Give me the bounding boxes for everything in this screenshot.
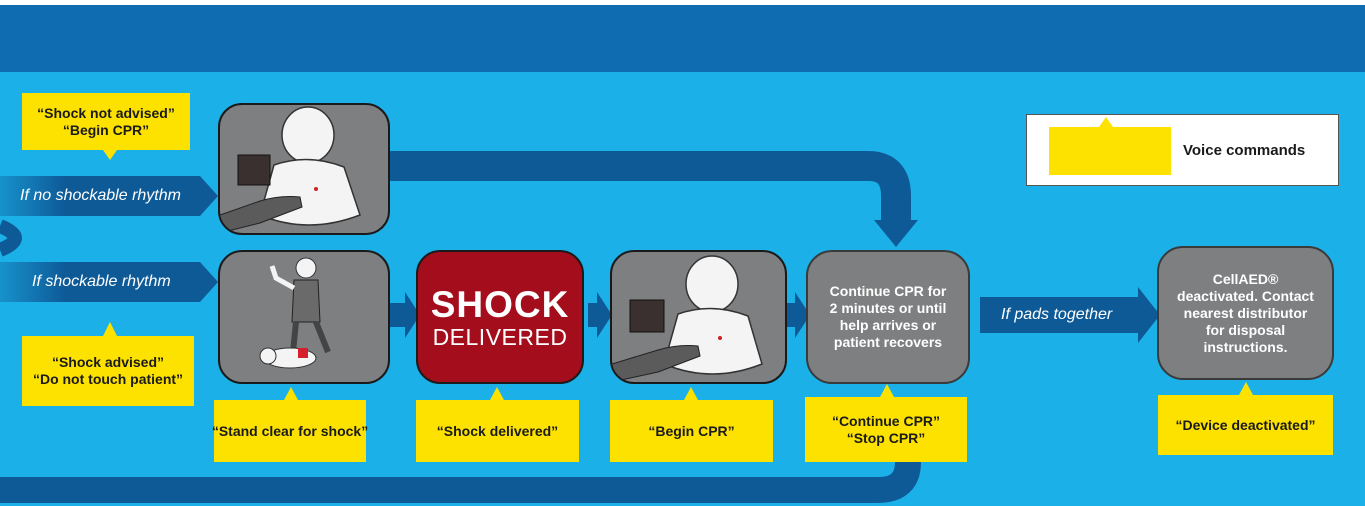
continue-line-4: patient recovers	[833, 334, 943, 350]
infant-cpr-icon	[220, 106, 361, 233]
deactivated-panel: CellAED® deactivated. Contact nearest di…	[1157, 246, 1334, 380]
legend: Voice commands	[1026, 114, 1339, 186]
continue-cpr-panel: Continue CPR for 2 minutes or until help…	[806, 250, 970, 384]
continue-line-3: help arrives or	[839, 317, 937, 333]
continue-line-2: 2 minutes or until	[829, 300, 947, 316]
deactivated-line-1: CellAED®	[1212, 270, 1279, 287]
shock-word: SHOCK	[430, 284, 570, 325]
stand-clear-panel	[218, 250, 390, 384]
infant-cpr-icon	[612, 255, 763, 382]
aed-flow-diagram: If no shockable rhythm If shockable rhyt…	[0, 0, 1365, 506]
infant-cpr-panel-top	[218, 103, 390, 235]
deactivated-line-3: nearest distributor	[1183, 304, 1308, 321]
infant-cpr-panel-bottom	[610, 250, 787, 384]
shock-delivered-panel: SHOCK DELIVERED	[416, 250, 584, 384]
continue-line-1: Continue CPR for	[829, 283, 947, 299]
deactivated-line-4: for disposal	[1205, 321, 1286, 338]
delivered-word: DELIVERED	[432, 324, 568, 350]
legend-label: Voice commands	[1183, 142, 1306, 159]
legend-swatch	[1049, 127, 1171, 175]
legend-pointer	[1099, 117, 1113, 127]
stand-clear-icon	[259, 257, 331, 369]
deactivated-line-2: deactivated. Contact	[1177, 287, 1314, 304]
deactivated-line-5: instructions.	[1203, 338, 1288, 355]
